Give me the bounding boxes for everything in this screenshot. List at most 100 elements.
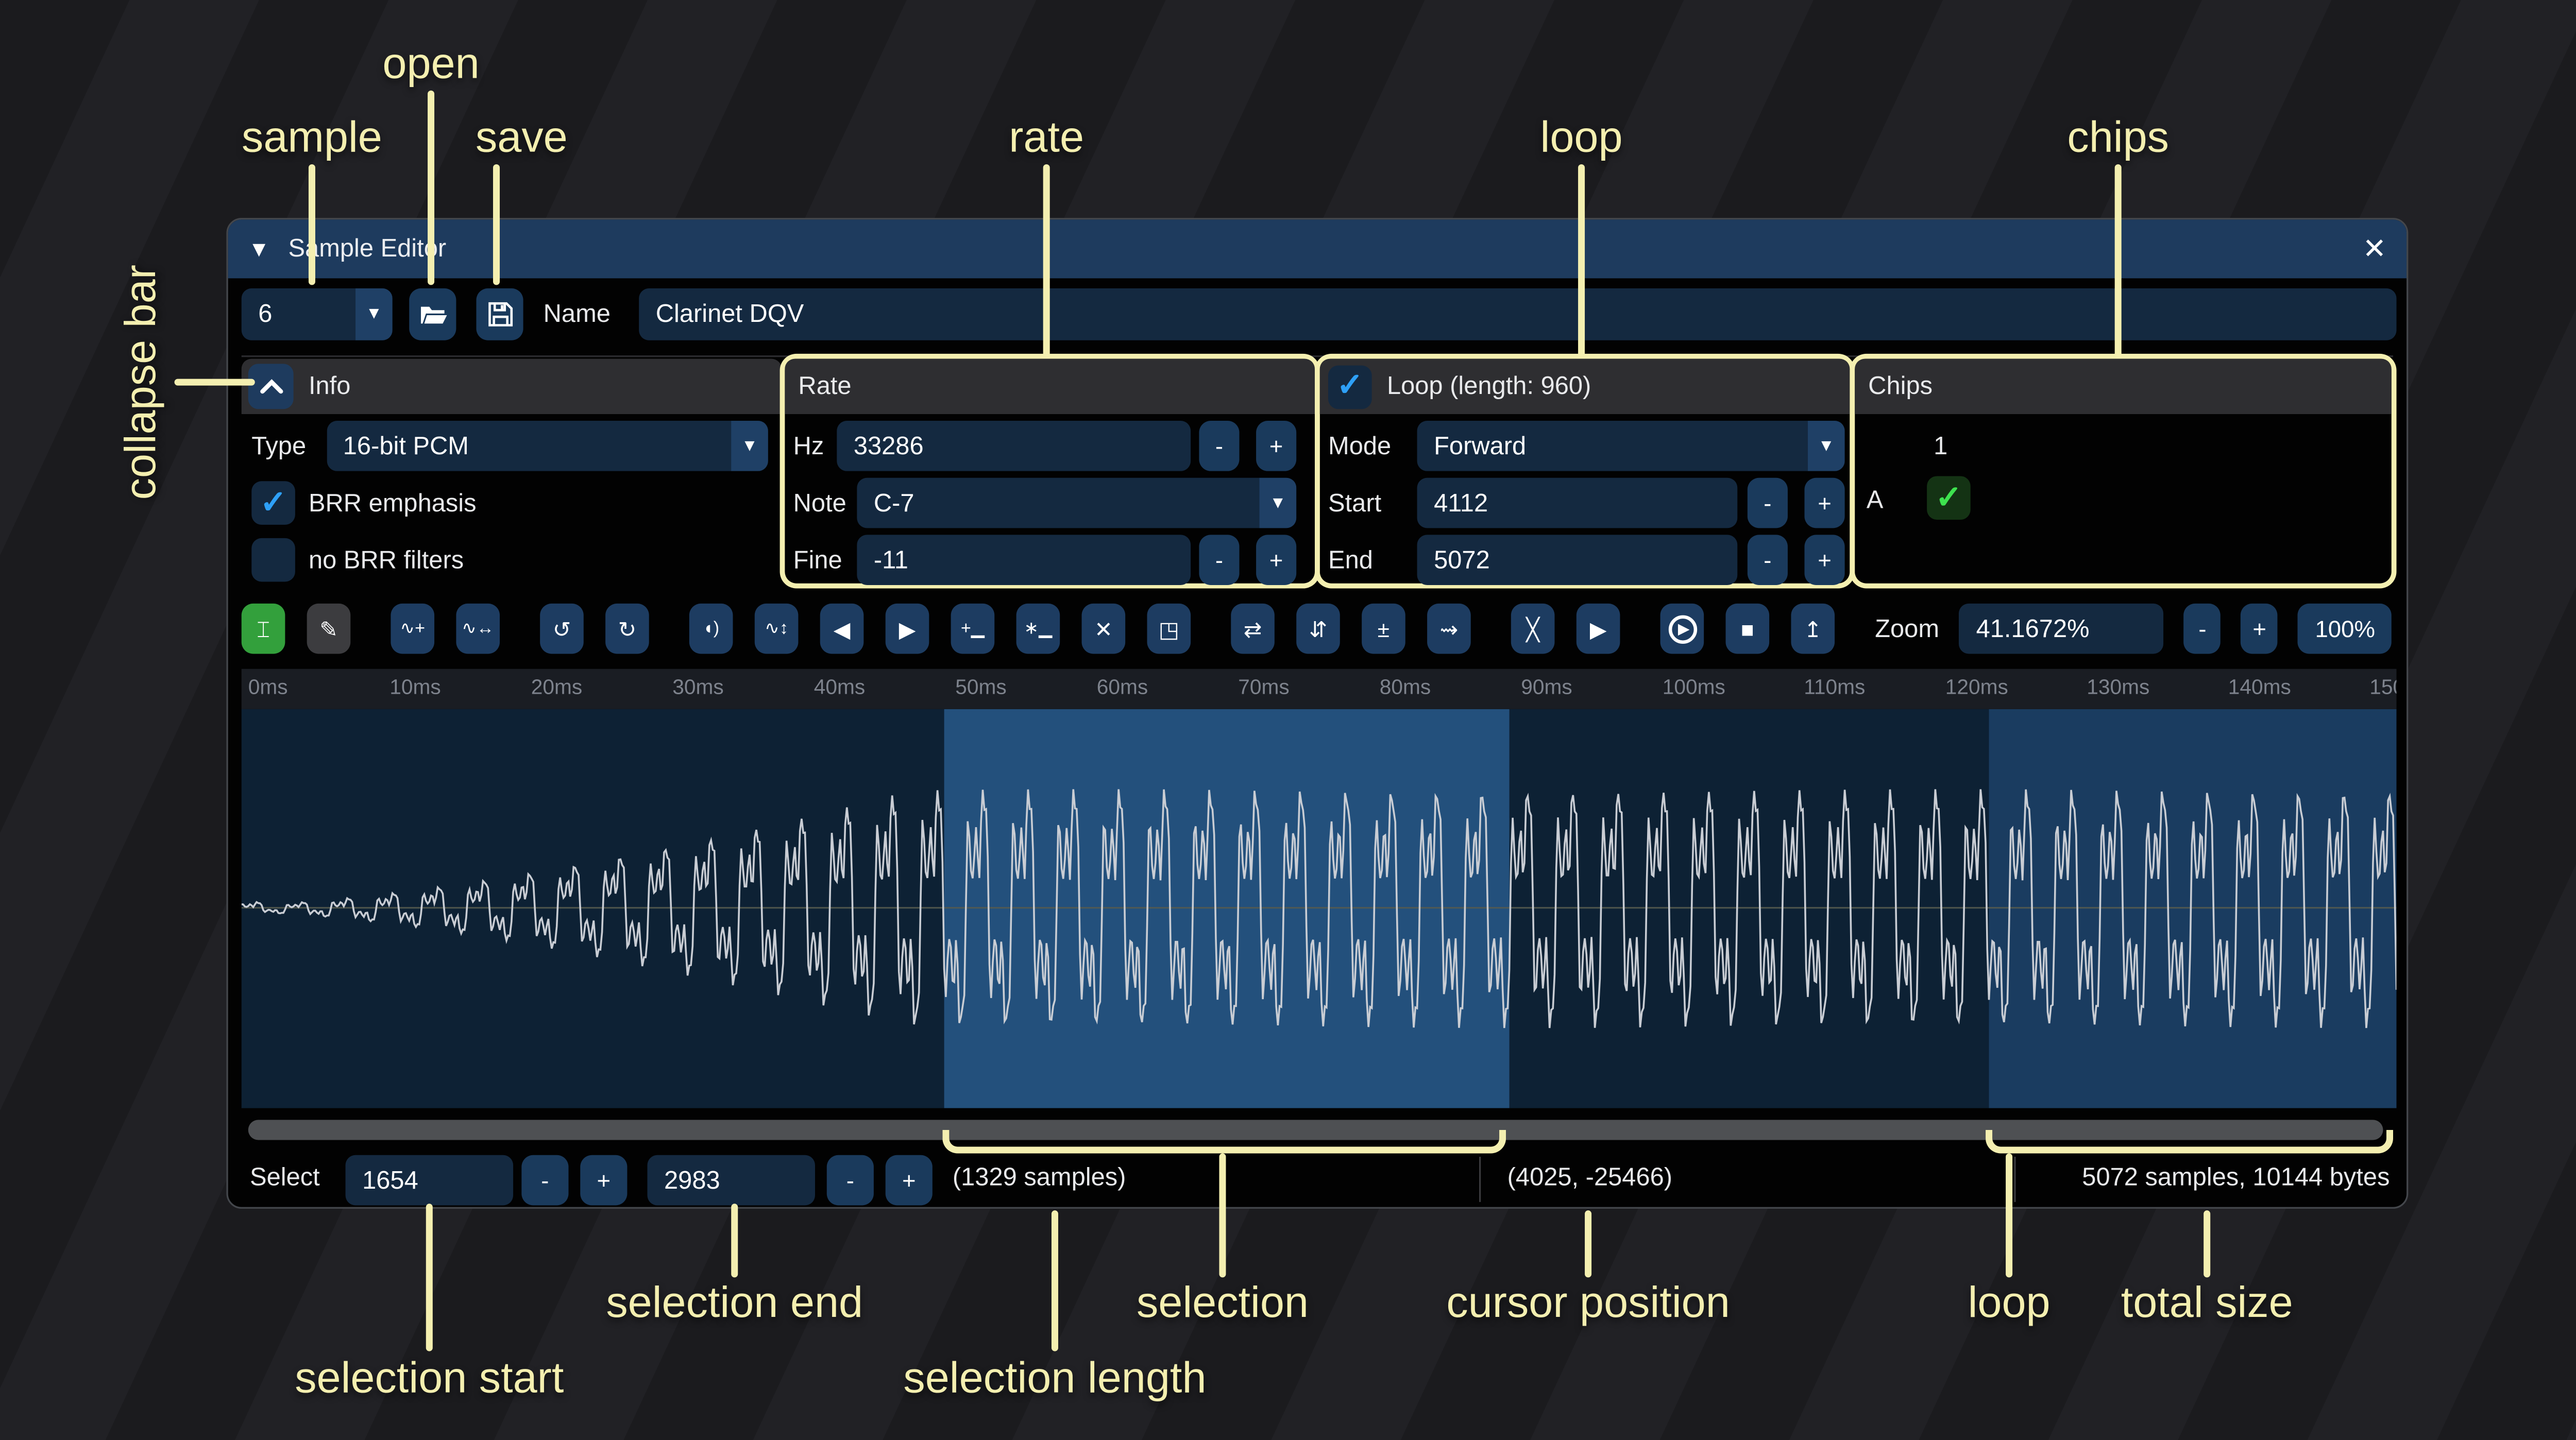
annotation-loop-bottom: loop (1968, 1277, 2050, 1329)
stop-button[interactable]: ■ (1725, 604, 1769, 654)
annotation-cursor-position: cursor position (1446, 1277, 1730, 1329)
upload-button[interactable]: ↥ (1791, 604, 1835, 654)
fine-input[interactable]: -11 (857, 535, 1191, 585)
stop-icon: ■ (1741, 618, 1754, 640)
ruler-tick-label: 10ms (389, 676, 441, 699)
resize-button[interactable]: ∿↔ (456, 604, 500, 654)
loop-start-input[interactable]: 4112 (1417, 478, 1738, 528)
apply-silence-button[interactable]: ∗▁ (1016, 604, 1060, 654)
annotation-save: save (476, 111, 568, 163)
sample-editor-window: ▼ Sample Editor ✕ 6 ▼ Name Clarinet DQ (226, 218, 2408, 1209)
info-collapse-button[interactable] (248, 364, 294, 409)
brr-emphasis-label: BRR emphasis (309, 489, 477, 517)
insert-icon: ∿+ (400, 620, 425, 638)
brr-emphasis-checkbox[interactable]: ✓ (251, 481, 295, 525)
edit-mode-select-icon: ⌶ (257, 618, 269, 640)
selection-end-input[interactable]: 2983 (647, 1155, 815, 1206)
fade-in-button[interactable]: ◀ (820, 604, 864, 654)
selection-end-minus-button[interactable]: - (827, 1155, 874, 1206)
loop-start-plus-button[interactable]: + (1804, 478, 1844, 528)
chip-enable-checkbox[interactable]: ✓ (1927, 476, 1971, 520)
type-select[interactable]: 16-bit PCM ▼ (326, 421, 768, 471)
redo-button[interactable]: ↻ (605, 604, 649, 654)
invert-button[interactable]: ⇵ (1296, 604, 1340, 654)
annotation-line-selection-start (426, 1204, 433, 1351)
undo-button[interactable]: ↺ (540, 604, 584, 654)
loop-enable-checkbox[interactable]: ✓ (1328, 365, 1372, 408)
total-size-info: 5072 samples, 10144 bytes (2023, 1163, 2390, 1192)
crossfade-button[interactable]: ╳ (1511, 604, 1555, 654)
ruler-tick-label: 100ms (1663, 676, 1725, 699)
chips-panel: Chips 1 A ✓ (1855, 359, 2392, 584)
delete-button[interactable]: ✕ (1082, 604, 1126, 654)
reverse-icon: ⇄ (1244, 618, 1262, 640)
selection-end-plus-button[interactable]: + (886, 1155, 933, 1206)
info-panel: Info Type 16-bit PCM ▼ ✓ BRR emphasis ✓ … (242, 359, 782, 584)
annotation-line-selection-length (1052, 1210, 1058, 1351)
fine-label: Fine (793, 546, 842, 574)
normalize-icon: ∿↕ (765, 620, 788, 638)
note-label: Note (793, 489, 846, 517)
window-titlebar[interactable]: ▼ Sample Editor ✕ (228, 219, 2406, 278)
window-collapse-icon[interactable]: ▼ (248, 236, 270, 262)
chevron-up-icon (259, 379, 283, 394)
loop-end-minus-button[interactable]: - (1748, 535, 1788, 585)
sample-selector[interactable]: 6 ▼ (242, 288, 393, 340)
edit-mode-draw-button[interactable]: ✎ (307, 604, 351, 654)
zoom-label: Zoom (1875, 614, 1939, 643)
waveform-scrollbar[interactable] (242, 1113, 2397, 1145)
ruler-tick-label: 0ms (248, 676, 288, 699)
zoom-out-button[interactable]: - (2184, 604, 2221, 654)
ruler-tick-label: 90ms (1521, 676, 1572, 699)
hz-plus-button[interactable]: + (1256, 421, 1296, 471)
note-select[interactable]: C-7 ▼ (857, 478, 1296, 528)
hz-minus-button[interactable]: - (1199, 421, 1239, 471)
no-brr-filters-checkbox[interactable]: ✓ (251, 538, 295, 582)
signed-unsigned-button[interactable]: ± (1362, 604, 1405, 654)
time-ruler[interactable]: 0ms10ms20ms30ms40ms50ms60ms70ms80ms90ms1… (242, 669, 2397, 709)
fade-out-button[interactable]: ▶ (886, 604, 929, 654)
fade-out-icon: ▶ (899, 618, 916, 640)
statusbar: Select 1654 - + 2983 - + (1329 samples) … (228, 1150, 2406, 1210)
zoom-reset-button[interactable]: 100% (2298, 604, 2392, 654)
trim-icon: ◳ (1159, 618, 1179, 640)
edit-mode-select-button[interactable]: ⌶ (242, 604, 285, 654)
amplify-button[interactable]: ◖) (689, 604, 733, 654)
name-input[interactable]: Clarinet DQV (639, 288, 2396, 340)
trim-button[interactable]: ◳ (1147, 604, 1191, 654)
play-icon: ▶ (1668, 614, 1696, 643)
selection-start-input[interactable]: 1654 (346, 1155, 514, 1206)
hz-input[interactable]: 33286 (837, 421, 1191, 471)
loop-start-minus-button[interactable]: - (1748, 478, 1788, 528)
insert-button[interactable]: ∿+ (391, 604, 434, 654)
chevron-down-icon: ▼ (355, 288, 393, 340)
signed-unsigned-icon: ± (1378, 618, 1389, 640)
zoom-in-button[interactable]: + (2241, 604, 2278, 654)
waveform-view[interactable] (242, 709, 2397, 1108)
open-sample-button[interactable] (409, 288, 456, 340)
window-title: Sample Editor (288, 235, 446, 263)
zoom-input[interactable]: 41.1672% (1959, 604, 2164, 654)
loop-mode-select[interactable]: Forward ▼ (1417, 421, 1845, 471)
insert-silence-button[interactable]: +▁ (951, 604, 995, 654)
floppy-icon (487, 302, 513, 327)
fine-minus-button[interactable]: - (1199, 535, 1239, 585)
preview-button[interactable]: ▶ (1577, 604, 1620, 654)
loop-end-plus-button[interactable]: + (1804, 535, 1844, 585)
invert-icon: ⇵ (1309, 618, 1328, 640)
statusbar-divider (2014, 1157, 2015, 1202)
selection-start-minus-button[interactable]: - (521, 1155, 568, 1206)
fine-plus-button[interactable]: + (1256, 535, 1296, 585)
normalize-button[interactable]: ∿↕ (755, 604, 799, 654)
selection-start-plus-button[interactable]: + (580, 1155, 627, 1206)
loop-start-label: Start (1328, 489, 1381, 517)
reverse-button[interactable]: ⇄ (1231, 604, 1275, 654)
cursor-position-info: (4025, -25466) (1489, 1163, 1691, 1192)
save-sample-button[interactable] (476, 288, 523, 340)
scrollbar-thumb[interactable] (248, 1120, 2383, 1140)
loop-end-input[interactable]: 5072 (1417, 535, 1738, 585)
play-button[interactable]: ▶ (1660, 604, 1704, 654)
apply-filter-button[interactable]: ⇝ (1427, 604, 1471, 654)
close-icon[interactable]: ✕ (2363, 232, 2386, 266)
note-select-value: C-7 (857, 478, 1259, 528)
